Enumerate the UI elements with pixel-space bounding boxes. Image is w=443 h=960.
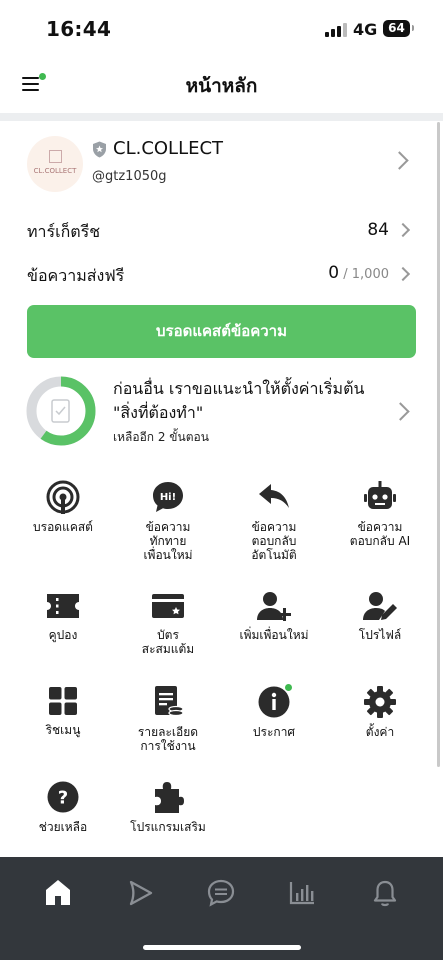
feature-add-friends[interactable]: เพิ่มเพื่อนใหม่ — [224, 590, 324, 642]
home-icon — [46, 880, 70, 905]
chat-icon — [207, 879, 235, 907]
avatar-logo-text: CL.COLLECT — [33, 167, 77, 175]
insight-icon — [289, 882, 314, 905]
feature-coupon[interactable]: คูปอง — [13, 590, 113, 642]
battery-icon: 64 — [383, 20, 414, 37]
account-name: CL.COLLECT — [113, 138, 224, 159]
hi-greeting-icon: Hi! — [153, 482, 183, 512]
nav-insight[interactable] — [282, 873, 322, 913]
nav-voom[interactable] — [121, 873, 161, 913]
chevron-right-icon — [390, 151, 409, 170]
stat-value: 84 — [367, 220, 389, 240]
broadcast-message-button[interactable]: บรอดแคสต์ข้อความ — [27, 305, 416, 358]
free-messages-quota: / 1,000 — [339, 267, 389, 282]
feature-add-ons[interactable]: โปรแกรมเสริม — [118, 780, 218, 834]
stat-value: 0 / 1,000 — [328, 263, 389, 283]
feature-label: ประกาศ — [252, 725, 296, 739]
feature-label: ตั้งค่า — [365, 725, 395, 739]
app-header: หน้าหลัก — [0, 58, 443, 113]
logo-mark-icon — [49, 150, 62, 163]
stat-label: ข้อความส่งฟรี — [27, 266, 125, 285]
feature-reward-card[interactable]: บัตร สะสมแต้ม — [118, 590, 218, 656]
feature-ai-reply[interactable]: ข้อความ ตอบกลับ AI — [330, 480, 430, 548]
account-id: @gtz1050g — [92, 169, 167, 184]
coupon-icon — [47, 594, 79, 618]
signal-icon — [325, 23, 347, 37]
notification-dot — [285, 684, 292, 691]
bell-icon — [373, 880, 397, 907]
chevron-right-icon — [391, 402, 410, 421]
feature-label: ข้อความ ทักทาย เพื่อนใหม่ — [143, 520, 193, 562]
nav-chat[interactable] — [201, 873, 241, 913]
feature-profile[interactable]: โปรไฟล์ — [330, 590, 430, 642]
feature-label: บัตร สะสมแต้ม — [141, 628, 195, 656]
scrollbar[interactable] — [437, 122, 440, 767]
todo-subtitle: เหลืออีก 2 ขั้นตอน — [113, 430, 209, 444]
bot-icon — [364, 481, 396, 509]
avatar: CL.COLLECT — [27, 136, 83, 192]
feature-label: ริชเมนู — [45, 723, 81, 737]
feature-usage[interactable]: รายละเอียด การใช้งาน — [118, 685, 218, 753]
free-messages-used: 0 — [328, 263, 340, 283]
chevron-right-icon — [395, 222, 411, 238]
feature-broadcast[interactable]: บรอดแคสต์ — [13, 480, 113, 534]
feature-rich-menu[interactable]: ริชเมนู — [13, 685, 113, 737]
broadcast-icon — [46, 480, 80, 514]
progress-ring — [26, 376, 96, 446]
nav-home[interactable] — [38, 873, 78, 913]
profile-edit-icon — [363, 592, 397, 620]
feature-label: ข้อความ ตอบกลับ อัตโนมัติ — [251, 520, 297, 562]
nav-notifications[interactable] — [365, 873, 405, 913]
feature-label: ข้อความ ตอบกลับ AI — [349, 520, 411, 548]
home-indicator — [143, 945, 301, 950]
usage-icon — [155, 686, 184, 717]
puzzle-icon — [155, 782, 184, 813]
svg-text:?: ? — [58, 788, 68, 809]
rich-menu-icon — [49, 687, 77, 715]
add-friend-icon — [257, 592, 291, 621]
page-title: หน้าหลัก — [185, 75, 258, 97]
feature-label: ช่วยเหลือ — [38, 820, 88, 834]
gear-icon — [364, 686, 396, 718]
feature-announcement[interactable]: ประกาศ — [224, 684, 324, 739]
feature-label: รายละเอียด การใช้งาน — [137, 725, 199, 753]
status-bar: 16:44 4G 64 — [0, 0, 443, 58]
svg-text:Hi!: Hi! — [160, 492, 176, 503]
feature-settings[interactable]: ตั้งค่า — [330, 685, 430, 739]
shield-icon — [93, 141, 106, 158]
stat-label: ทาร์เก็ตรีช — [27, 222, 101, 241]
network-type: 4G — [353, 20, 378, 39]
feature-label: โปรแกรมเสริม — [130, 820, 206, 834]
voom-icon — [129, 880, 153, 906]
help-icon: ? — [47, 781, 79, 813]
feature-auto-reply[interactable]: ข้อความ ตอบกลับ อัตโนมัติ — [224, 480, 324, 562]
reply-icon — [259, 484, 289, 508]
feature-help[interactable]: ? ช่วยเหลือ — [13, 780, 113, 834]
reward-card-icon — [152, 594, 184, 618]
feature-label: โปรไฟล์ — [358, 628, 402, 642]
divider — [0, 113, 443, 121]
todo-title: ก่อนอื่น เราขอแนะนำให้ตั้งค่าเริ่มต้น "ส… — [113, 379, 365, 422]
feature-label: คูปอง — [48, 628, 78, 642]
chevron-right-icon — [395, 266, 411, 282]
feature-greeting-message[interactable]: Hi! ข้อความ ทักทาย เพื่อนใหม่ — [118, 480, 218, 562]
status-time: 16:44 — [46, 17, 112, 41]
feature-label: เพิ่มเพื่อนใหม่ — [239, 628, 309, 642]
feature-label: บรอดแคสต์ — [33, 520, 93, 534]
